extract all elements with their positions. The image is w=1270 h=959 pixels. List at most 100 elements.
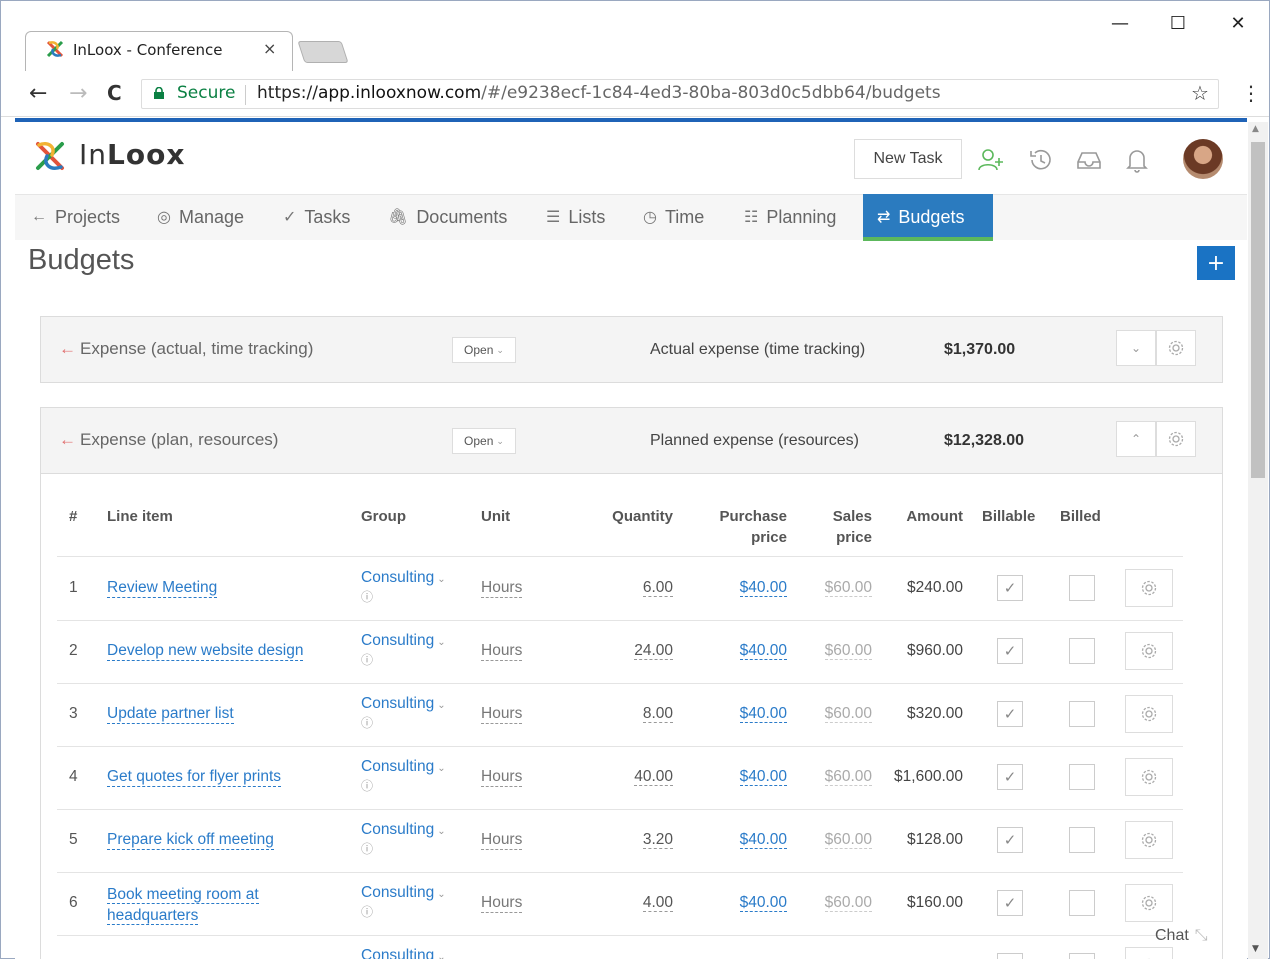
browser-menu-icon[interactable]: ⋮: [1241, 81, 1261, 105]
purchase-price-field[interactable]: $40.00: [695, 579, 787, 597]
row-settings-button[interactable]: [1125, 569, 1173, 607]
new-tab-button[interactable]: [297, 41, 349, 63]
nav-manage[interactable]: ◎ Manage: [157, 194, 244, 240]
sales-price-field[interactable]: $60.00: [805, 579, 872, 597]
scrollbar-thumb[interactable]: [1251, 142, 1265, 478]
line-item-link[interactable]: Review Meeting: [107, 579, 218, 598]
row-settings-button[interactable]: [1125, 758, 1173, 796]
sales-price-field[interactable]: $60.00: [805, 894, 872, 912]
info-icon[interactable]: ⓘ: [361, 714, 446, 731]
nav-projects[interactable]: ← Projects: [31, 194, 120, 240]
nav-time[interactable]: ◷ Time: [643, 194, 704, 240]
minimize-icon[interactable]: —: [1105, 13, 1135, 34]
line-item-link[interactable]: Get quotes for flyer prints: [107, 768, 282, 787]
billable-checkbox[interactable]: ✓: [997, 890, 1023, 916]
bookmark-star-icon[interactable]: ☆: [1191, 81, 1209, 105]
group-dropdown[interactable]: Consulting⌄ⓘ: [361, 884, 446, 920]
info-icon[interactable]: ⓘ: [361, 840, 446, 857]
billable-checkbox[interactable]: ✓: [997, 764, 1023, 790]
history-icon[interactable]: [1027, 146, 1055, 174]
purchase-price-field[interactable]: $40.00: [695, 642, 787, 660]
billable-checkbox[interactable]: ✓: [997, 827, 1023, 853]
info-icon[interactable]: ⓘ: [361, 588, 446, 605]
billed-checkbox[interactable]: [1069, 575, 1095, 601]
add-user-icon[interactable]: [977, 146, 1005, 174]
purchase-price-field[interactable]: $40.00: [695, 768, 787, 786]
billed-checkbox[interactable]: [1069, 890, 1095, 916]
budget-panel-planned[interactable]: ← Expense (plan, resources) Open ⌄ Planned…: [40, 407, 1223, 474]
forward-icon[interactable]: →: [69, 81, 87, 106]
quantity-field[interactable]: 24.00: [585, 642, 673, 660]
billed-checkbox[interactable]: [1069, 764, 1095, 790]
expand-button[interactable]: ⌄: [1116, 330, 1156, 366]
nav-documents[interactable]: 🖇 Documents: [388, 194, 507, 240]
maximize-icon[interactable]: ☐: [1163, 13, 1193, 34]
billed-checkbox[interactable]: [1069, 638, 1095, 664]
sales-price-field[interactable]: $60.00: [805, 642, 872, 660]
group-dropdown[interactable]: Consulting⌄ⓘ: [361, 947, 446, 959]
new-task-button[interactable]: New Task: [854, 139, 962, 179]
unit-field[interactable]: Hours: [481, 831, 523, 850]
settings-button[interactable]: [1156, 330, 1196, 366]
group-dropdown[interactable]: Consulting⌄ⓘ: [361, 569, 446, 605]
quantity-field[interactable]: 8.00: [585, 705, 673, 723]
line-item-link[interactable]: Update partner list: [107, 705, 234, 724]
billable-checkbox[interactable]: [997, 953, 1023, 959]
row-settings-button[interactable]: [1125, 884, 1173, 922]
line-item-link[interactable]: Prepare kick off meeting: [107, 831, 274, 850]
quantity-field[interactable]: 4.00: [585, 894, 673, 912]
group-dropdown[interactable]: Consulting⌄ⓘ: [361, 821, 446, 857]
unit-field[interactable]: Hours: [481, 642, 523, 661]
budget-panel-actual[interactable]: ← Expense (actual, time tracking) Open ⌄ A…: [40, 316, 1223, 383]
collapse-button[interactable]: ⌃: [1116, 421, 1156, 457]
user-avatar[interactable]: [1183, 139, 1223, 179]
group-dropdown[interactable]: Consulting⌄ⓘ: [361, 632, 446, 668]
purchase-price-field[interactable]: $40.00: [695, 894, 787, 912]
info-icon[interactable]: ⓘ: [361, 903, 446, 920]
unit-field[interactable]: Hours: [481, 768, 523, 787]
tab-close-icon[interactable]: ×: [263, 39, 276, 58]
group-dropdown[interactable]: Consulting⌄ⓘ: [361, 758, 446, 794]
back-icon[interactable]: ←: [29, 81, 47, 106]
row-settings-button[interactable]: [1125, 947, 1173, 959]
billable-checkbox[interactable]: ✓: [997, 638, 1023, 664]
scroll-up-icon[interactable]: ▲: [1252, 124, 1259, 134]
close-window-icon[interactable]: ✕: [1223, 13, 1253, 34]
nav-planning[interactable]: ☷ Planning: [744, 194, 836, 240]
add-budget-button[interactable]: +: [1197, 246, 1235, 280]
info-icon[interactable]: ⓘ: [361, 777, 446, 794]
billed-checkbox[interactable]: [1069, 827, 1095, 853]
group-dropdown[interactable]: Consulting⌄ⓘ: [361, 695, 446, 731]
row-settings-button[interactable]: [1125, 695, 1173, 733]
notification-bell-icon[interactable]: [1123, 146, 1151, 174]
settings-button[interactable]: [1156, 421, 1196, 457]
sales-price-field[interactable]: $60.00: [805, 831, 872, 849]
url-text[interactable]: https://app.inlooxnow.com/#/e9238ecf-1c8…: [257, 83, 941, 103]
line-item-link[interactable]: Book meeting room at headquarters: [107, 884, 259, 926]
row-settings-button[interactable]: [1125, 821, 1173, 859]
billable-checkbox[interactable]: ✓: [997, 701, 1023, 727]
billed-checkbox[interactable]: [1069, 953, 1095, 959]
scroll-down-icon[interactable]: ▼: [1252, 944, 1259, 954]
billable-checkbox[interactable]: ✓: [997, 575, 1023, 601]
nav-lists[interactable]: ☰ Lists: [546, 194, 605, 240]
quantity-field[interactable]: 6.00: [585, 579, 673, 597]
unit-field[interactable]: Hours: [481, 705, 523, 724]
unit-field[interactable]: Hours: [481, 579, 523, 598]
line-item-link[interactable]: Develop new website design: [107, 642, 304, 661]
nav-budgets[interactable]: ⇄ Budgets: [863, 194, 993, 240]
status-dropdown[interactable]: Open ⌄: [452, 428, 516, 454]
inbox-icon[interactable]: [1075, 146, 1103, 174]
purchase-price-field[interactable]: $40.00: [695, 705, 787, 723]
nav-tasks[interactable]: ✓ Tasks: [283, 194, 350, 240]
billed-checkbox[interactable]: [1069, 701, 1095, 727]
sales-price-field[interactable]: $60.00: [805, 705, 872, 723]
chat-widget[interactable]: Chat ⤡: [1155, 927, 1208, 945]
quantity-field[interactable]: 40.00: [585, 768, 673, 786]
purchase-price-field[interactable]: $40.00: [695, 831, 787, 849]
unit-field[interactable]: Hours: [481, 894, 523, 913]
reload-icon[interactable]: C: [107, 81, 122, 105]
sales-price-field[interactable]: $60.00: [805, 768, 872, 786]
quantity-field[interactable]: 3.20: [585, 831, 673, 849]
row-settings-button[interactable]: [1125, 632, 1173, 670]
